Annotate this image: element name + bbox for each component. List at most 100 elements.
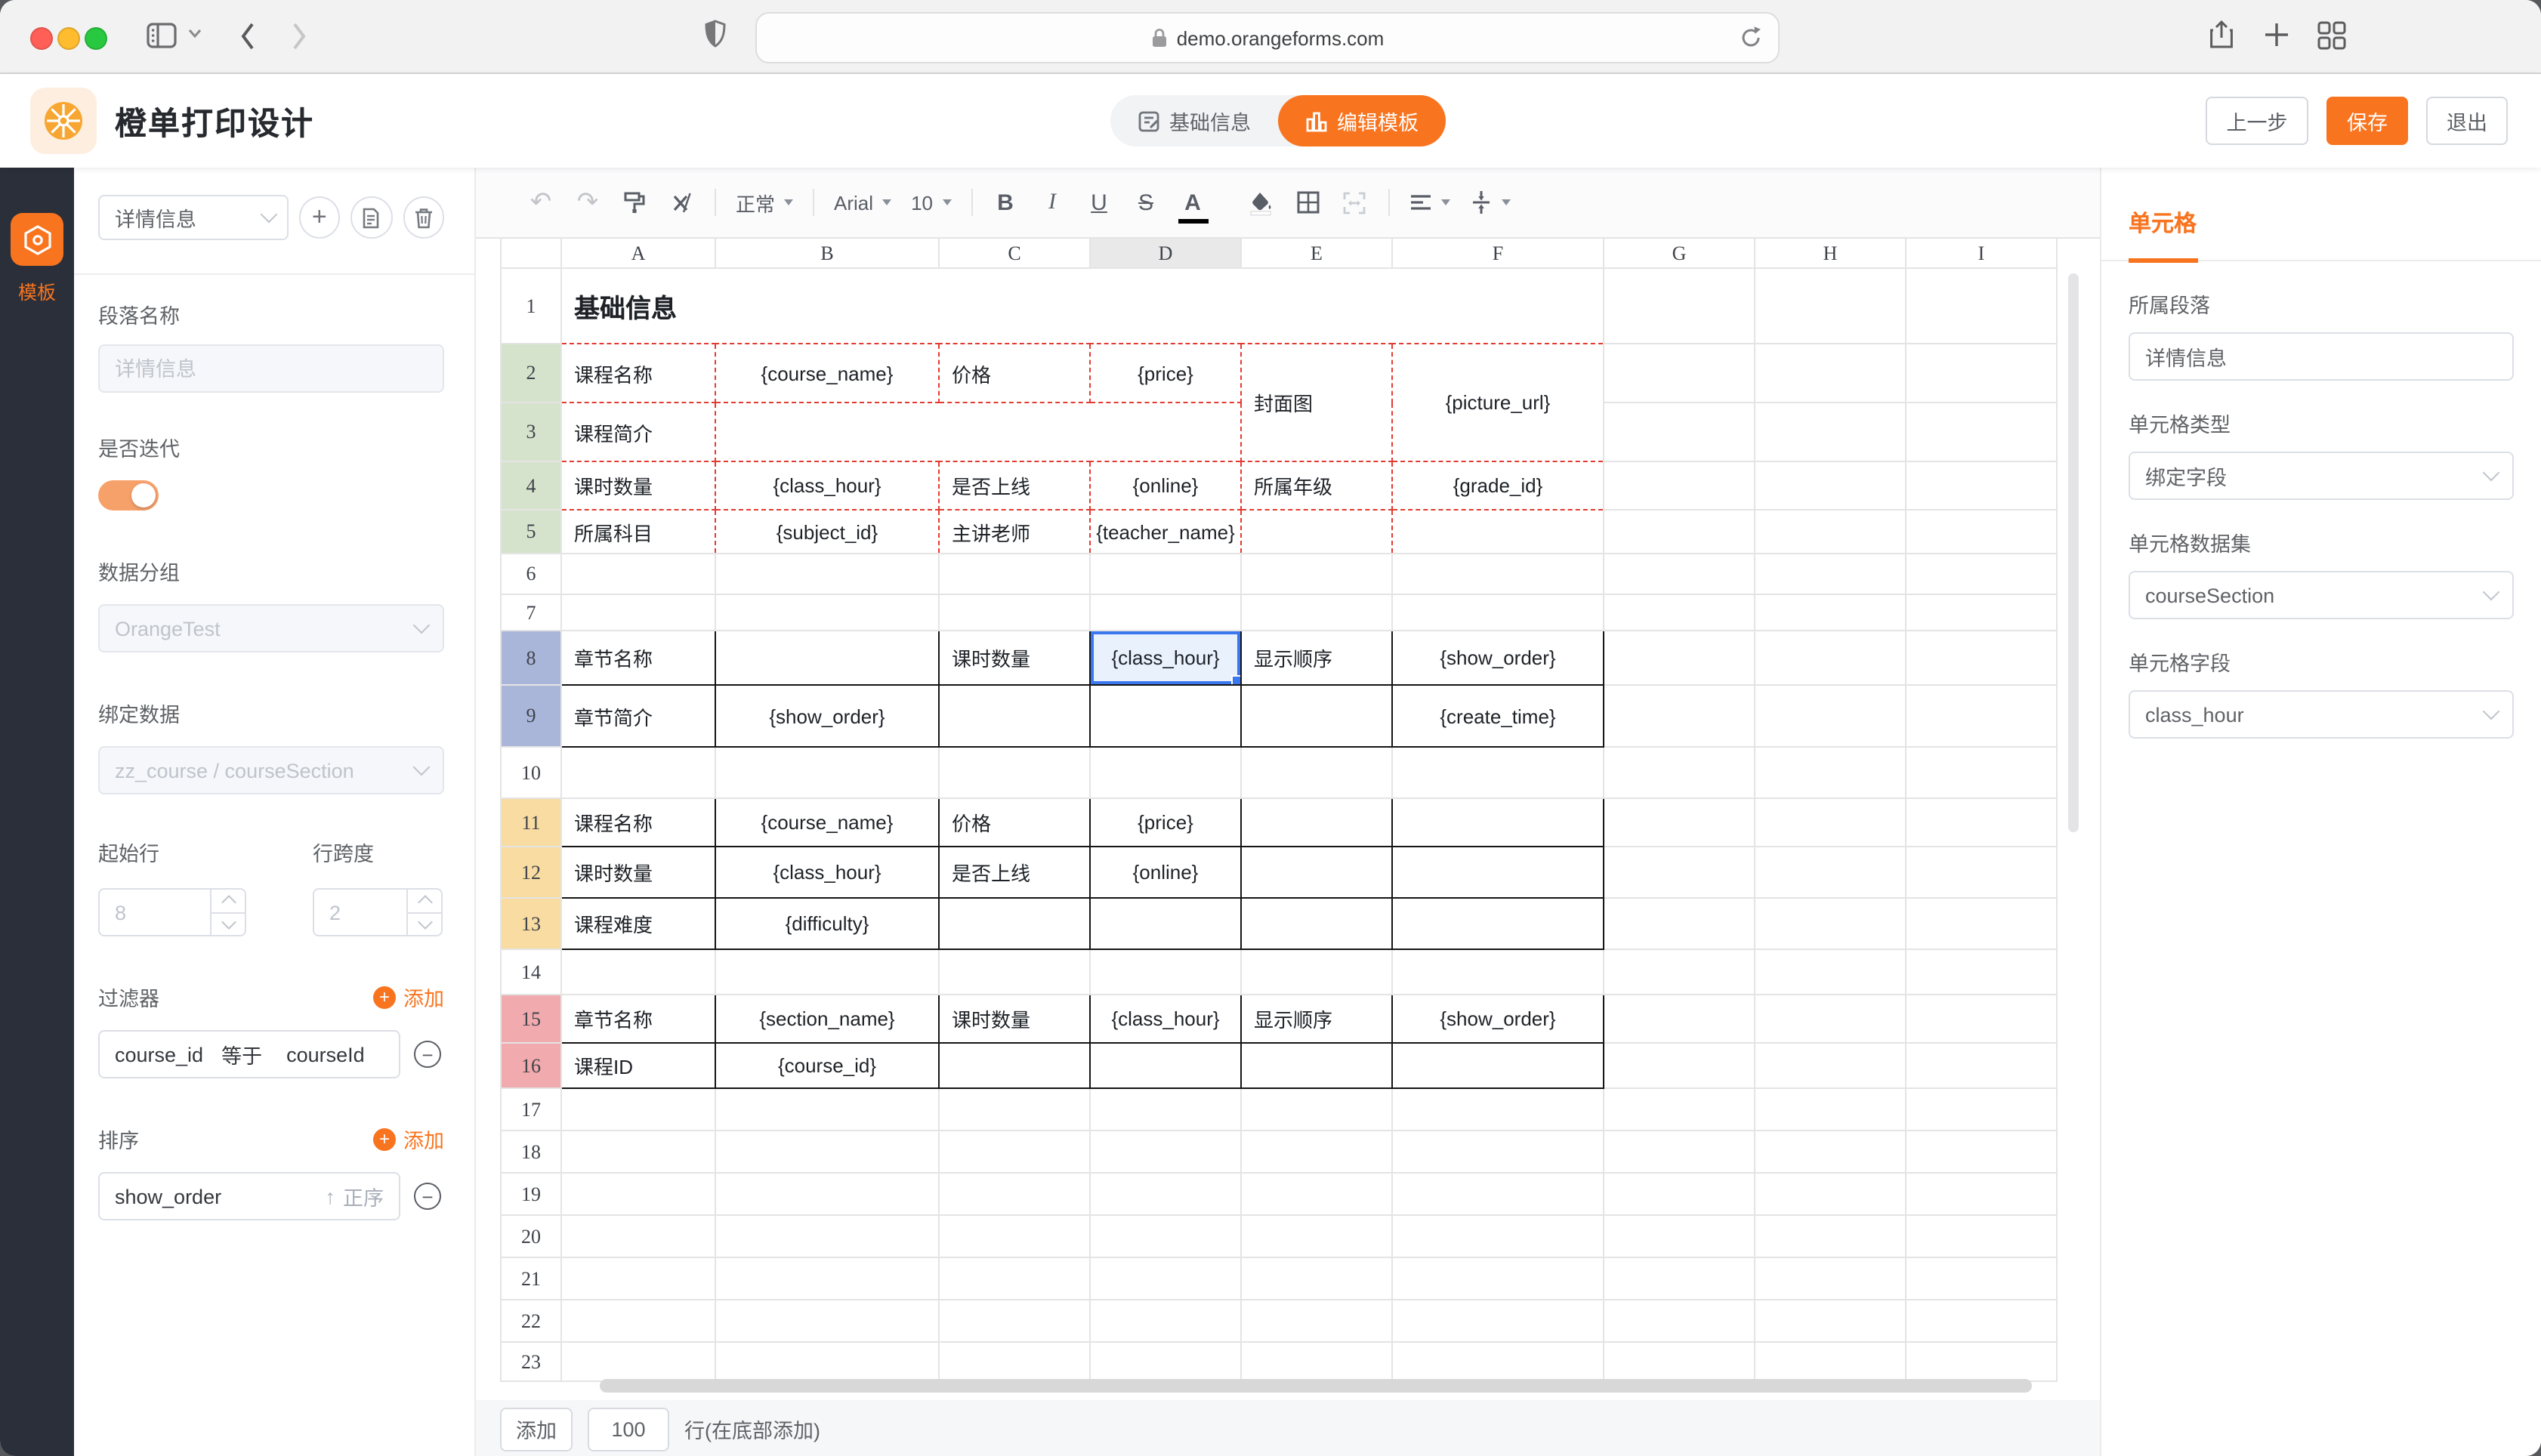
cell[interactable] (1090, 1300, 1241, 1342)
cell[interactable] (1755, 1300, 1906, 1342)
cell-F13[interactable] (1392, 898, 1604, 949)
row-header-21[interactable]: 21 (501, 1257, 561, 1300)
cell[interactable] (939, 1173, 1090, 1215)
cell[interactable] (1755, 1043, 1906, 1088)
strikethrough-button[interactable]: S (1132, 183, 1159, 222)
borders-button[interactable] (1294, 183, 1321, 222)
cell[interactable] (1906, 1173, 2057, 1215)
cell-B9[interactable]: {show_order} (715, 685, 939, 747)
row-header-15[interactable]: 15 (501, 995, 561, 1043)
cell[interactable] (1604, 898, 1755, 949)
cell[interactable] (561, 1131, 715, 1173)
cell[interactable] (939, 1342, 1090, 1381)
redo-button[interactable]: ↷ (574, 183, 601, 222)
style-select[interactable]: 正常 (736, 188, 793, 217)
cell-F11[interactable] (1392, 798, 1604, 847)
cell[interactable] (1604, 949, 1755, 995)
row-span-stepper[interactable] (313, 888, 443, 936)
row-header-3[interactable]: 3 (501, 403, 561, 461)
cell-C12[interactable]: 是否上线 (939, 847, 1090, 898)
cell-A12[interactable]: 课时数量 (561, 847, 715, 898)
cell[interactable] (1906, 847, 2057, 898)
cell[interactable] (939, 949, 1090, 995)
row-header-22[interactable]: 22 (501, 1300, 561, 1342)
cell[interactable] (1241, 949, 1392, 995)
cell[interactable] (715, 1257, 939, 1300)
cell-B8[interactable] (715, 631, 939, 685)
cell[interactable] (1604, 510, 1755, 554)
cell-A4[interactable]: 课时数量 (561, 461, 715, 510)
italic-button[interactable]: I (1039, 183, 1066, 222)
cell[interactable] (939, 594, 1090, 631)
cell[interactable] (1906, 949, 2057, 995)
cell[interactable] (1755, 1257, 1906, 1300)
save-button[interactable]: 保存 (2326, 97, 2408, 145)
cell-C2[interactable]: 价格 (939, 344, 1090, 403)
row-header-20[interactable]: 20 (501, 1215, 561, 1257)
new-tab-button[interactable] (2263, 21, 2290, 48)
cell[interactable] (1090, 1257, 1241, 1300)
row-header-16[interactable]: 16 (501, 1043, 561, 1088)
clear-format-button[interactable] (668, 183, 695, 222)
cell-A15[interactable]: 章节名称 (561, 995, 715, 1043)
cell-B15[interactable]: {section_name} (715, 995, 939, 1043)
add-section-button[interactable]: + (298, 196, 340, 239)
copy-section-button[interactable] (350, 196, 392, 239)
cell[interactable] (1906, 1215, 2057, 1257)
cell[interactable] (1604, 344, 1755, 403)
cell[interactable] (1755, 510, 1906, 554)
start-row-stepper[interactable] (98, 888, 246, 936)
column-header-A[interactable]: A (561, 238, 715, 268)
cell[interactable] (1241, 747, 1392, 798)
cell-field-select[interactable]: class_hour (2129, 690, 2514, 739)
cell-D2[interactable]: {price} (1090, 344, 1241, 403)
undo-button[interactable]: ↶ (527, 183, 554, 222)
cell[interactable] (1755, 949, 1906, 995)
font-select[interactable]: Arial (834, 191, 891, 214)
cell-F8[interactable]: {show_order} (1392, 631, 1604, 685)
cell-F2[interactable]: {picture_url} (1392, 344, 1604, 461)
cell-F15[interactable]: {show_order} (1392, 995, 1604, 1043)
row-header-19[interactable]: 19 (501, 1173, 561, 1215)
cell[interactable] (1906, 510, 2057, 554)
cell[interactable] (715, 1131, 939, 1173)
bold-button[interactable]: B (992, 183, 1019, 222)
cell[interactable] (1755, 847, 1906, 898)
cell-D5[interactable]: {teacher_name} (1090, 510, 1241, 554)
cell-E11[interactable] (1241, 798, 1392, 847)
cell[interactable] (939, 747, 1090, 798)
bind-data-select[interactable]: zz_course / courseSection (98, 746, 444, 794)
cell-C16[interactable] (939, 1043, 1090, 1088)
tab-edit-template[interactable]: 编辑模板 (1278, 95, 1446, 147)
cell[interactable] (715, 949, 939, 995)
cell[interactable] (1604, 1043, 1755, 1088)
cell[interactable] (1906, 268, 2057, 344)
cell[interactable] (1604, 1257, 1755, 1300)
cell[interactable] (715, 1300, 939, 1342)
cell-A9[interactable]: 章节简介 (561, 685, 715, 747)
row-header-6[interactable]: 6 (501, 554, 561, 594)
cell-F9[interactable]: {create_time} (1392, 685, 1604, 747)
cell-B11[interactable]: {course_name} (715, 798, 939, 847)
cell-E2[interactable]: 封面图 (1241, 344, 1392, 461)
cell[interactable] (1392, 1300, 1604, 1342)
align-select[interactable] (1409, 193, 1450, 212)
cell-E8[interactable]: 显示顺序 (1241, 631, 1392, 685)
cell[interactable] (561, 554, 715, 594)
cell-D15[interactable]: {class_hour} (1090, 995, 1241, 1043)
url-bar[interactable]: demo.orangeforms.com (755, 12, 1780, 63)
column-header-E[interactable]: E (1241, 238, 1392, 268)
cell[interactable] (1906, 1300, 2057, 1342)
cell-dataset-select[interactable]: courseSection (2129, 571, 2514, 619)
cell[interactable] (1906, 747, 2057, 798)
cell-E13[interactable] (1241, 898, 1392, 949)
row-header-13[interactable]: 13 (501, 898, 561, 949)
section-select[interactable]: 详情信息 (98, 195, 288, 240)
spin-up-icon[interactable] (408, 890, 441, 913)
paragraph-name-input[interactable] (98, 344, 444, 393)
cell[interactable] (1090, 1215, 1241, 1257)
vertical-align-select[interactable] (1469, 190, 1510, 214)
cell[interactable] (1604, 847, 1755, 898)
cell-D13[interactable] (1090, 898, 1241, 949)
cell[interactable] (715, 554, 939, 594)
